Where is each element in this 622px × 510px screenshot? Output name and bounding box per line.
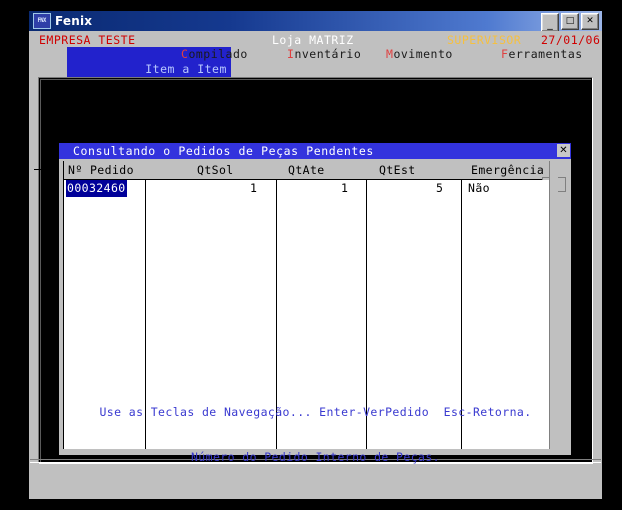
cell-qtest[interactable]: 5 [436, 180, 443, 197]
menu-item-compilado[interactable]: Compilado [181, 47, 248, 62]
minimize-button[interactable]: _ [541, 13, 559, 32]
header-info-row: EMPRESA TESTE Loja MATRIZ SUPERVISOR 27/… [29, 31, 602, 47]
scroll-rail-left [34, 169, 56, 170]
menu-item-compilado-label: ompilado [188, 47, 248, 61]
application-window: FNX Fenix _ □ ✕ EMPRESA TESTE Loja MATRI… [28, 10, 603, 500]
status-bar: Use as Teclas de Navegação... Enter-VerP… [29, 375, 602, 495]
menu-item-inventario-label: nventário [294, 47, 362, 61]
menu-item-movimento-label: ovimento [393, 47, 453, 61]
header-menu-strip: EMPRESA TESTE Loja MATRIZ SUPERVISOR 27/… [29, 31, 602, 92]
dialog-close-icon[interactable]: ✕ [557, 144, 570, 157]
window-title: Fenix [55, 14, 93, 28]
column-header-pedido[interactable]: Nº Pedido [68, 161, 134, 179]
status-line-field-help: Número do Pedido Interno de Peças. [190, 450, 440, 464]
screen: FNX Fenix _ □ ✕ EMPRESA TESTE Loja MATRI… [0, 0, 622, 510]
window-controls: _ □ ✕ [541, 13, 599, 32]
menu-item-inventario[interactable]: Inventário [287, 47, 361, 62]
cell-qtsol[interactable]: 1 [250, 180, 257, 197]
column-header-qtest[interactable]: QtEst [379, 161, 416, 179]
table-row[interactable]: 00032460 1 1 5 Não [64, 180, 556, 197]
fenix-logo-icon: FNX [33, 13, 51, 29]
dialog-titlebar: Consultando o Pedidos de Peças Pendentes… [59, 143, 571, 159]
menu-item-item-a-item-label: Item a Item [145, 62, 227, 76]
menu-item-ferramentas-label: erramentas [508, 47, 583, 61]
cell-pedido[interactable]: 00032460 [66, 180, 127, 197]
grid-header-row: Nº Pedido QtSol QtAte QtEst Emergência > [34, 161, 566, 192]
column-header-qtate[interactable]: QtAte [288, 161, 325, 179]
maximize-button[interactable]: □ [561, 13, 579, 30]
menu-bar: Item a Item Compilado Inventário Movimen… [29, 46, 602, 92]
status-line-keys: Use as Teclas de Navegação... Enter-VerP… [99, 405, 532, 419]
menu-item-ferramentas[interactable]: Ferramentas [501, 47, 583, 62]
column-header-emergencia[interactable]: Emergência [471, 161, 544, 179]
column-header-qtsol[interactable]: QtSol [197, 161, 234, 179]
cell-emergencia[interactable]: Não [468, 180, 490, 197]
window-titlebar[interactable]: FNX Fenix _ □ ✕ [29, 11, 602, 32]
close-button[interactable]: ✕ [581, 13, 599, 30]
menu-item-movimento[interactable]: Movimento [386, 47, 453, 62]
cell-qtate[interactable]: 1 [341, 180, 348, 197]
dialog-title: Consultando o Pedidos de Peças Pendentes [73, 144, 374, 158]
